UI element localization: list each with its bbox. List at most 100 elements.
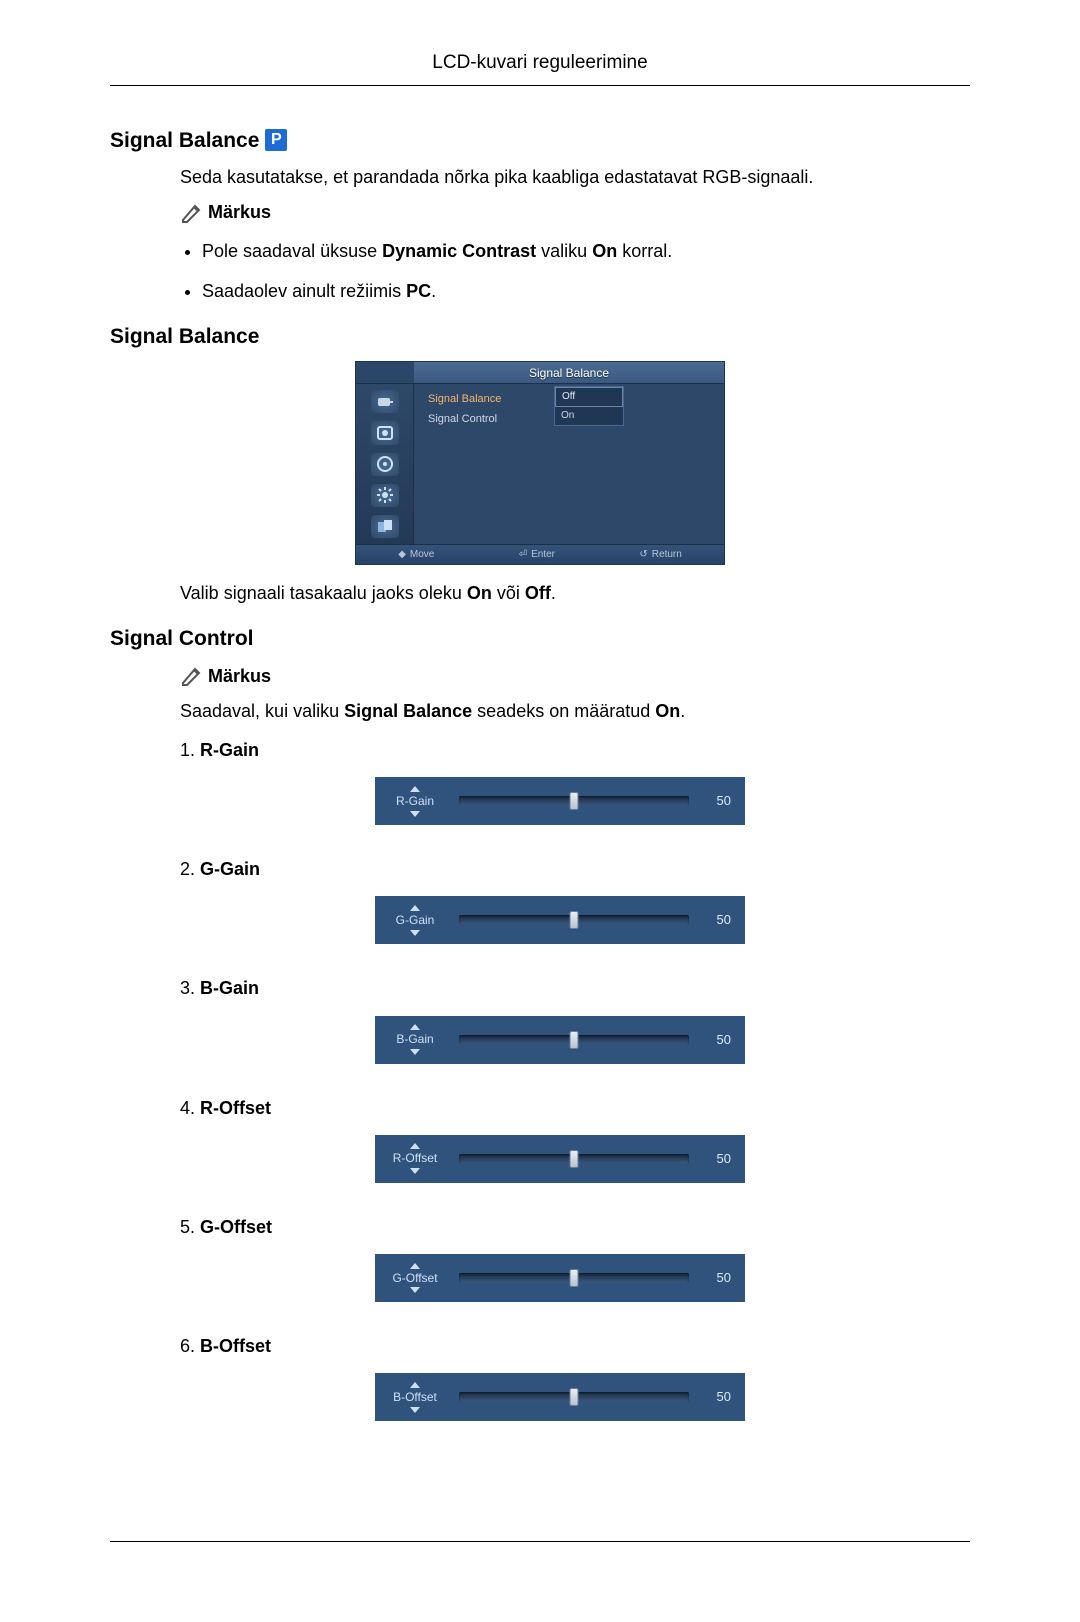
osd-foot-enter: ⏎ Enter	[519, 548, 555, 562]
triangle-down-icon[interactable]	[410, 1049, 420, 1055]
slider-knob[interactable]	[570, 1031, 579, 1049]
disc-icon[interactable]	[371, 453, 399, 476]
slider-item: B-GainB-Gain50	[200, 976, 970, 1063]
triangle-up-icon[interactable]	[410, 1382, 420, 1388]
triangle-down-icon[interactable]	[410, 1287, 420, 1293]
osd-footer: ◆ Move ⏎ Enter ↺ Return	[356, 544, 724, 564]
osd-foot-move: ◆ Move	[398, 548, 434, 562]
note-line: Märkus	[180, 200, 970, 225]
slider-item-label: G-Offset	[200, 1215, 350, 1240]
osd-option-box[interactable]: Off On	[554, 386, 624, 426]
slider-track[interactable]	[459, 1273, 689, 1283]
p-badge-icon: P	[265, 129, 287, 151]
triangle-up-icon[interactable]	[410, 786, 420, 792]
note-line: Märkus	[180, 664, 970, 689]
slider-name: B-Gain	[396, 1031, 433, 1048]
slider-track[interactable]	[459, 1035, 689, 1045]
slider-track[interactable]	[459, 1392, 689, 1402]
note-label: Märkus	[208, 200, 271, 225]
note-pencil-icon	[180, 202, 204, 224]
slider-item: G-Offset G-Offset 50	[200, 1215, 970, 1302]
triangle-down-icon[interactable]	[410, 930, 420, 936]
slider-name: R-Gain	[396, 793, 434, 810]
txt: või	[492, 583, 525, 603]
bullet-1: Pole saadaval üksuse Dynamic Contrast va…	[202, 239, 970, 264]
slider-panel[interactable]: G-Gain 50	[375, 896, 745, 944]
osd-option-on[interactable]: On	[555, 407, 623, 425]
picture-icon[interactable]	[371, 421, 399, 444]
slider-value: 50	[703, 1388, 731, 1406]
signal-balance-desc: Valib signaali tasakaalu jaoks oleku On …	[180, 581, 970, 606]
txt-bold: Signal Balance	[344, 701, 472, 721]
page-header: LCD-kuvari reguleerimine	[110, 50, 970, 77]
slider-item: R-OffsetR-Offset50	[200, 1096, 970, 1183]
txt: Return	[652, 548, 682, 562]
note-label: Märkus	[208, 664, 271, 689]
slider-track[interactable]	[459, 915, 689, 925]
txt: seadeks on määratud	[472, 701, 655, 721]
txt: Saadaolev ainult režiimis	[202, 281, 406, 301]
slider-item-label: B-Offset	[200, 1334, 350, 1359]
txt: Valib signaali tasakaalu jaoks oleku	[180, 583, 467, 603]
slider-name-column: B-Gain	[385, 1024, 445, 1055]
osd-title: Signal Balance	[414, 362, 724, 384]
slider-knob[interactable]	[570, 1150, 579, 1168]
slider-knob[interactable]	[570, 1269, 579, 1287]
signal-control-availability: Saadaval, kui valiku Signal Balance sead…	[180, 699, 970, 724]
slider-name: R-Offset	[393, 1150, 437, 1167]
slider-name-column: R-Offset	[385, 1143, 445, 1174]
txt: .	[431, 281, 436, 301]
slider-knob[interactable]	[570, 1388, 579, 1406]
note-bullets: Pole saadaval üksuse Dynamic Contrast va…	[202, 239, 970, 303]
triangle-up-icon[interactable]	[410, 1143, 420, 1149]
slider-panel[interactable]: B-Offset 50	[375, 1373, 745, 1421]
slider-knob[interactable]	[570, 792, 579, 810]
osd-row-label: Signal Control	[428, 412, 538, 427]
triangle-up-icon[interactable]	[410, 905, 420, 911]
slider-item-label: R-Offset	[200, 1096, 350, 1121]
input-icon[interactable]	[371, 390, 399, 413]
slider-name-column: G-Offset	[385, 1263, 445, 1294]
heading-text: Signal Balance	[110, 322, 259, 351]
txt: .	[551, 583, 556, 603]
txt-bold: On	[467, 583, 492, 603]
osd-option-off[interactable]: Off	[555, 387, 623, 407]
slider-track[interactable]	[459, 796, 689, 806]
triangle-down-icon[interactable]	[410, 811, 420, 817]
triangle-down-icon[interactable]	[410, 1407, 420, 1413]
gear-icon[interactable]	[371, 484, 399, 507]
slider-item-label: B-Gain	[200, 976, 350, 1001]
slider-panel[interactable]: B-Gain50	[375, 1016, 745, 1064]
slider-name-column: G-Gain	[385, 905, 445, 936]
slider-item: B-Offset B-Offset 50	[200, 1334, 970, 1421]
osd-main: Signal Balance Signal Control Off On	[414, 384, 724, 544]
slider-name: G-Gain	[396, 912, 435, 929]
bullet-2: Saadaolev ainult režiimis PC.	[202, 279, 970, 304]
slider-list: R-GainR-Gain50G-GainG-Gain50B-GainB-Gain…	[200, 738, 970, 1421]
txt: korral.	[617, 241, 672, 261]
txt: Pole saadaval üksuse	[202, 241, 382, 261]
slider-panel[interactable]: R-Offset50	[375, 1135, 745, 1183]
intro-text: Seda kasutatakse, et parandada nõrka pik…	[180, 165, 970, 190]
txt-bold: Off	[525, 583, 551, 603]
txt: Enter	[531, 548, 555, 562]
slider-knob[interactable]	[570, 911, 579, 929]
slider-panel[interactable]: R-Gain50	[375, 777, 745, 825]
triangle-down-icon[interactable]	[410, 1168, 420, 1174]
slider-value: 50	[703, 1269, 731, 1287]
slider-item-label: G-Gain	[200, 857, 350, 882]
slider-name: B-Offset	[393, 1389, 437, 1406]
osd-foot-return: ↺ Return	[639, 548, 681, 562]
slider-panel[interactable]: G-Offset 50	[375, 1254, 745, 1302]
txt-bold: PC	[406, 281, 431, 301]
slider-item: G-Gain G-Gain 50	[200, 857, 970, 944]
slider-item-label: R-Gain	[200, 738, 350, 763]
triangle-up-icon[interactable]	[410, 1024, 420, 1030]
multi-icon[interactable]	[371, 515, 399, 538]
osd-menu: Signal Balance Signal Balance Signal	[355, 361, 725, 565]
slider-track[interactable]	[459, 1154, 689, 1164]
triangle-up-icon[interactable]	[410, 1263, 420, 1269]
note-pencil-icon	[180, 665, 204, 687]
slider-value: 50	[703, 911, 731, 929]
slider-name: G-Offset	[392, 1270, 437, 1287]
